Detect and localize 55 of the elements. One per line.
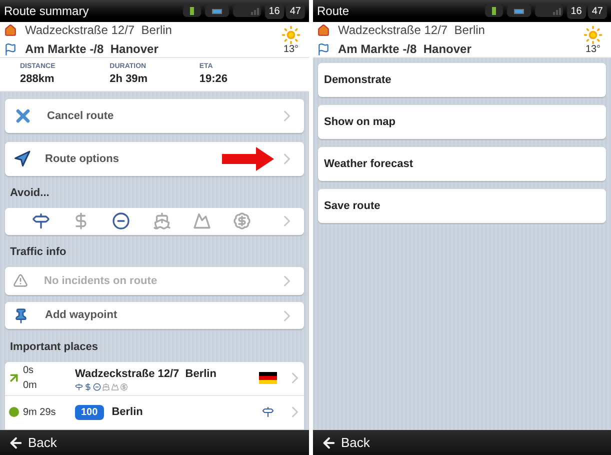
clock-hour: 16 [264,4,284,18]
menu-item[interactable]: Weather forecast [318,147,606,181]
clock-minute: 47 [286,4,305,18]
signal-icon [232,5,261,17]
house-icon [4,24,17,36]
pin-icon [13,308,29,324]
stat-value: 19:26 [199,72,228,87]
section-heading: Traffic info [9,245,68,260]
route-options-button[interactable]: Route options [5,142,304,176]
screen-title: Route [317,3,350,20]
road-number: 100 [75,404,104,420]
menu-item[interactable]: Save route [318,189,606,223]
place-name: Wadzeckstraße 12/7 Berlin [75,367,216,382]
country-flag [259,372,277,384]
house-icon [317,24,330,36]
battery-icon [506,5,531,17]
battery-icon [204,5,229,17]
temperature: 13° [585,44,601,54]
flag-icon [317,42,330,56]
destination-address: Am Markte -/8 Hanover [25,41,158,58]
place-time: 9m 29s [23,406,57,420]
stat-value: 2h 39m [110,72,149,87]
destination-address: Am Markte -/8 Hanover [338,41,472,58]
sun-icon [583,24,603,44]
place-distance: 0m [23,379,38,394]
gps-status-icon [182,5,201,17]
section-heading: Important places [9,340,100,356]
menu-item[interactable]: Show on map [318,105,606,139]
avoid-options-row[interactable] [5,208,304,236]
screen-title: Route summary [4,3,90,20]
place-time: 0s [23,364,35,378]
clock-minute: 47 [588,4,607,18]
place-row[interactable]: 0s 0m Wadzeckstraße 12/7 Berlin [5,362,304,396]
sun-icon [281,24,301,44]
place-name: Berlin [112,405,143,420]
signal-icon [534,5,563,17]
action-label: Route options [45,152,120,167]
start-address: Wadzeckstraße 12/7 Berlin [25,22,172,39]
back-button[interactable]: Back [8,432,57,452]
traffic-message: No incidents on route [44,274,158,289]
gps-status-icon [484,5,503,17]
stat-value: 288km [20,72,56,87]
menu-item[interactable]: Demonstrate [318,63,606,97]
action-label: Cancel route [47,108,115,124]
temperature: 13° [283,44,299,54]
cancel-route-button[interactable]: Cancel route [5,99,304,133]
flag-icon [4,42,17,56]
add-waypoint-button[interactable]: Add waypoint [5,302,304,330]
highway-icon [262,406,274,418]
start-address: Wadzeckstraße 12/7 Berlin [338,22,485,39]
back-button[interactable]: Back [321,432,370,452]
section-heading: Avoid... [9,186,50,201]
clock-hour: 16 [566,4,586,18]
warning-icon [13,273,28,288]
action-label: Add waypoint [45,308,118,324]
